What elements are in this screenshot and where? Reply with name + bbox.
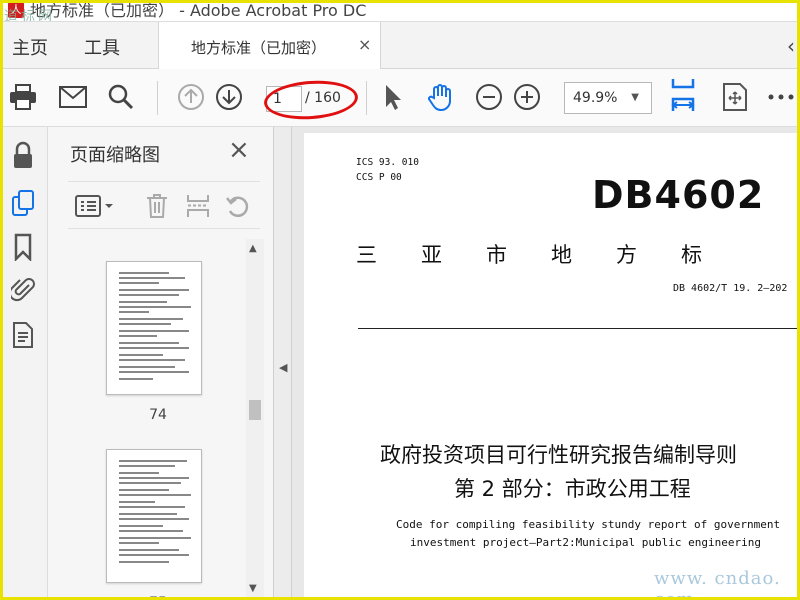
tab-close-icon[interactable]: × (358, 35, 371, 54)
rotate-page-icon[interactable] (224, 192, 252, 220)
doc-divider (358, 328, 800, 329)
thumbnail-page-75[interactable] (106, 449, 202, 583)
menu-home[interactable]: 主页 (12, 34, 48, 60)
document-view[interactable]: ICS 93. 010 CCS P 00 DB4602 三亚市地方标 DB 46… (292, 127, 800, 600)
panel-collapse-handle[interactable]: ◀ (274, 127, 292, 600)
full-screen-icon[interactable] (720, 81, 750, 113)
next-page-icon[interactable] (214, 81, 244, 113)
thumbnail-scrollbar[interactable]: ▲ ▼ (246, 239, 264, 600)
document-tab-label: 地方标准（已加密） (191, 39, 327, 57)
zoom-out-icon[interactable] (474, 81, 504, 113)
doc-title-line2: 第 2 部分：市政公用工程 (454, 477, 691, 501)
watermark-bottom-right: www. cndao. com (654, 568, 781, 600)
doc-standard-code: DB4602 (592, 173, 765, 217)
previous-page-icon[interactable] (176, 81, 206, 113)
collapse-left-icon: ◀ (279, 361, 288, 374)
attachment-icon[interactable] (10, 275, 36, 303)
doc-ccs-code: CCS P 00 (356, 172, 402, 183)
red-highlight-ellipse (262, 77, 360, 123)
doc-title-line1: 政府投资项目可行性研究报告编制导则 (380, 443, 737, 467)
email-icon[interactable] (58, 81, 88, 113)
toolbar-separator (366, 81, 367, 115)
search-icon[interactable] (106, 81, 136, 113)
scroll-up-icon[interactable]: ▲ (249, 243, 257, 254)
doc-standard-number: DB 4602/T 19. 2—202 (673, 283, 788, 294)
page-thumbnails-icon[interactable] (10, 189, 36, 217)
print-icon[interactable] (8, 81, 38, 113)
lock-icon[interactable] (10, 141, 36, 169)
chevron-down-icon: ▼ (631, 92, 639, 103)
zoom-in-icon[interactable] (512, 81, 542, 113)
more-options-icon[interactable] (766, 81, 796, 113)
thumbnail-options-icon[interactable] (74, 192, 114, 220)
bookmark-icon[interactable] (10, 233, 36, 261)
thumbnail-list: 74 75 (68, 239, 248, 600)
toolbar: / 160 49.9% ▼ (0, 69, 800, 127)
watermark-top-left: 道标网 (4, 9, 55, 22)
window-title: 地方标准（已加密） - Adobe Acrobat Pro DC (30, 1, 367, 20)
title-bar: 人 地方标准（已加密） - Adobe Acrobat Pro DC 道标网 (0, 0, 800, 22)
rail-active-indicator (0, 187, 3, 219)
doc-ics-code: ICS 93. 010 (356, 157, 419, 168)
menu-bar: 主页 工具 地方标准（已加密） × ‹ (0, 22, 800, 69)
panel-title: 页面缩略图 (70, 145, 160, 166)
extract-page-icon[interactable] (184, 192, 212, 220)
document-properties-icon[interactable] (10, 321, 36, 349)
tool-rail (0, 127, 48, 600)
zoom-select[interactable]: 49.9% ▼ (564, 82, 652, 114)
fit-width-icon[interactable] (668, 79, 698, 111)
document-tab[interactable]: 地方标准（已加密） × (158, 22, 381, 69)
thumbnails-panel: 页面缩略图 × 74 ▲ ▼ (48, 127, 274, 600)
select-arrow-icon[interactable] (378, 81, 408, 113)
thumbnail-page-74[interactable] (106, 261, 202, 395)
doc-english-title-line2: investment project—Part2:Municipal publi… (410, 536, 761, 549)
panel-close-icon[interactable]: × (228, 137, 250, 163)
scroll-down-icon[interactable]: ▼ (249, 583, 257, 594)
zoom-value: 49.9% (573, 90, 618, 106)
thumbnail-page-number: 75 (68, 595, 248, 600)
hand-tool-icon[interactable] (426, 81, 456, 113)
doc-local-title: 三亚市地方标 (356, 243, 746, 267)
scrollbar-thumb[interactable] (249, 400, 261, 420)
doc-english-title-line1: Code for compiling feasibility stundy re… (396, 518, 781, 531)
panel-toolbar (68, 181, 260, 229)
toolbar-separator (157, 81, 158, 115)
delete-page-icon[interactable] (144, 192, 170, 220)
menu-tools[interactable]: 工具 (84, 34, 120, 60)
thumbnail-page-number: 74 (149, 407, 167, 423)
pdf-page: ICS 93. 010 CCS P 00 DB4602 三亚市地方标 DB 46… (304, 133, 800, 600)
tab-scroll-left-icon[interactable]: ‹ (782, 34, 800, 58)
